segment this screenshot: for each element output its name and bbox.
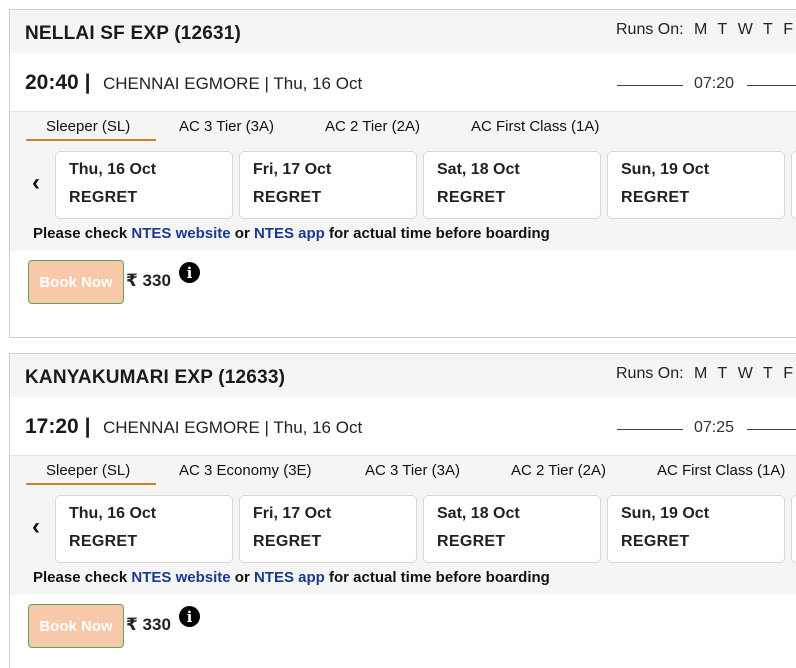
availability-date: Sat, 18 Oct — [437, 161, 520, 178]
availability-date: Thu, 16 Oct — [69, 161, 157, 178]
ntes-app-link[interactable]: NTES app — [254, 569, 325, 586]
chevron-left-icon[interactable]: ‹ — [32, 169, 40, 197]
departure-station: CHENNAI EGMORE | Thu, 16 Oct — [103, 74, 363, 93]
train-card: KANYAKUMARI EXP (12633) Runs On: M T W T… — [9, 353, 796, 668]
runs-on: Runs On: M T W T F S — [616, 21, 796, 39]
run-day: T — [763, 365, 773, 382]
booking-row: Book Now ₹ 330 i — [10, 595, 796, 655]
availability-day[interactable]: Sat, 18 Oct REGRET — [423, 495, 601, 563]
duration-line — [617, 85, 683, 86]
availability-day[interactable]: Fri, 17 Oct REGRET — [239, 151, 417, 219]
chevron-left-icon[interactable]: ‹ — [32, 513, 40, 541]
availability-status: REGRET — [437, 533, 506, 550]
availability-day[interactable]: Sat, 18 Oct REGRET — [423, 151, 601, 219]
availability-status: REGRET — [437, 189, 506, 206]
duration-line — [617, 429, 683, 430]
availability-day[interactable]: Thu, 16 Oct REGRET — [55, 151, 233, 219]
availability-strip: ‹ Thu, 16 Oct REGRET Fri, 17 Oct REGRET … — [10, 141, 796, 221]
availability-status: REGRET — [621, 533, 690, 550]
train-card: NELLAI SF EXP (12631) Runs On: M T W T F… — [9, 9, 796, 338]
availability-status: REGRET — [253, 533, 322, 550]
book-now-button[interactable]: Book Now — [28, 260, 124, 304]
boarding-note-text: Please check NTES website or NTES app fo… — [33, 569, 550, 586]
info-icon[interactable]: i — [179, 262, 200, 283]
train-header: NELLAI SF EXP (12631) Runs On: M T W T F… — [10, 10, 796, 53]
runs-on-label: Runs On: — [616, 365, 684, 382]
class-tabs: Sleeper (SL) AC 3 Economy (3E) AC 3 Tier… — [10, 455, 796, 486]
run-day: T — [717, 21, 728, 38]
runs-on-label: Runs On: — [616, 21, 684, 38]
tab-class-sl[interactable]: Sleeper (SL) — [46, 462, 130, 479]
ntes-website-link[interactable]: NTES website — [131, 569, 230, 586]
availability-status: REGRET — [621, 189, 690, 206]
availability-date: Sun, 19 Oct — [621, 505, 710, 522]
fare-amount: ₹ 330 — [126, 615, 171, 634]
availability-date: Sat, 18 Oct — [437, 505, 520, 522]
tab-class-1a[interactable]: AC First Class (1A) — [657, 462, 785, 479]
availability-day[interactable]: Sun, 19 Oct REGRET — [607, 495, 785, 563]
availability-strip: ‹ Thu, 16 Oct REGRET Fri, 17 Oct REGRET … — [10, 485, 796, 565]
tab-class-3a[interactable]: AC 3 Tier (3A) — [179, 118, 274, 135]
tab-class-2a[interactable]: AC 2 Tier (2A) — [325, 118, 420, 135]
tab-class-2a[interactable]: AC 2 Tier (2A) — [511, 462, 606, 479]
journey-duration: 07:20 — [694, 75, 735, 92]
boarding-note: Please check NTES website or NTES app fo… — [10, 565, 796, 595]
run-day: M — [694, 21, 708, 38]
availability-day[interactable]: Fri, 17 Oct REGRET — [239, 495, 417, 563]
availability-status: REGRET — [69, 189, 138, 206]
run-day: W — [737, 365, 753, 382]
tab-class-sl[interactable]: Sleeper (SL) — [46, 118, 130, 135]
booking-row: Book Now ₹ 330 i — [10, 251, 796, 311]
run-day: F — [783, 21, 794, 38]
departure-station: CHENNAI EGMORE | Thu, 16 Oct — [103, 418, 363, 437]
fare-amount: ₹ 330 — [126, 271, 171, 290]
boarding-note-text: Please check NTES website or NTES app fo… — [33, 225, 550, 242]
boarding-note: Please check NTES website or NTES app fo… — [10, 221, 796, 251]
run-day: F — [783, 365, 794, 382]
departure-time: 17:20 | — [25, 415, 91, 438]
tab-class-3a[interactable]: AC 3 Tier (3A) — [365, 462, 460, 479]
run-day: T — [717, 365, 728, 382]
run-day: W — [737, 21, 753, 38]
availability-date: Fri, 17 Oct — [253, 505, 332, 522]
runs-on: Runs On: M T W T F S — [616, 365, 796, 383]
train-name[interactable]: KANYAKUMARI EXP (12633) — [25, 367, 285, 389]
run-day: T — [763, 21, 773, 38]
ntes-app-link[interactable]: NTES app — [254, 225, 325, 242]
train-header: KANYAKUMARI EXP (12633) Runs On: M T W T… — [10, 354, 796, 397]
journey-timeline: 17:20 | CHENNAI EGMORE | Thu, 16 Oct 07:… — [10, 397, 796, 455]
journey-timeline: 20:40 | CHENNAI EGMORE | Thu, 16 Oct 07:… — [10, 53, 796, 111]
availability-day-partial[interactable] — [791, 495, 796, 563]
ntes-website-link[interactable]: NTES website — [131, 225, 230, 242]
availability-day-partial[interactable] — [791, 151, 796, 219]
book-now-button[interactable]: Book Now — [28, 604, 124, 648]
train-name[interactable]: NELLAI SF EXP (12631) — [25, 23, 241, 45]
duration-line — [747, 85, 796, 86]
info-icon[interactable]: i — [179, 606, 200, 627]
availability-date: Fri, 17 Oct — [253, 161, 332, 178]
availability-date: Sun, 19 Oct — [621, 161, 710, 178]
availability-date: Thu, 16 Oct — [69, 505, 157, 522]
duration-line — [747, 429, 796, 430]
tab-class-1a[interactable]: AC First Class (1A) — [471, 118, 599, 135]
run-day: M — [694, 365, 708, 382]
tab-class-3e[interactable]: AC 3 Economy (3E) — [179, 462, 312, 479]
availability-day[interactable]: Sun, 19 Oct REGRET — [607, 151, 785, 219]
class-tabs: Sleeper (SL) AC 3 Tier (3A) AC 2 Tier (2… — [10, 111, 796, 142]
journey-duration: 07:25 — [694, 419, 735, 436]
availability-status: REGRET — [69, 533, 138, 550]
departure-time: 20:40 | — [25, 71, 91, 94]
availability-status: REGRET — [253, 189, 322, 206]
availability-day[interactable]: Thu, 16 Oct REGRET — [55, 495, 233, 563]
